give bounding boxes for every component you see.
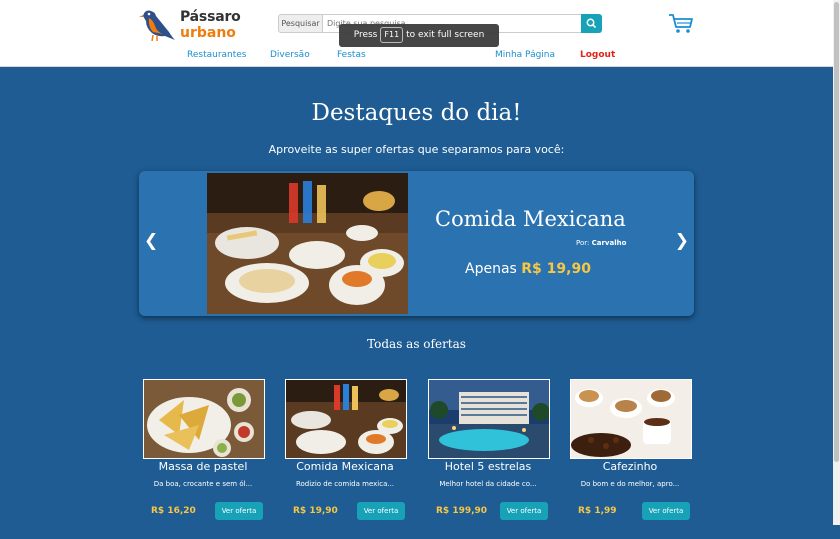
offer-image (285, 379, 407, 459)
offers-section-title: Todas as ofertas (367, 337, 466, 351)
page-subtitle: Aproveite as super ofertas que separamos… (268, 143, 565, 156)
nav-festas[interactable]: Festas (337, 50, 366, 60)
brand-logo[interactable]: Pássaro urbano (139, 6, 241, 42)
offer-name: Massa de pastel (158, 460, 248, 473)
carousel-author-label: Por: (576, 239, 590, 247)
offer-description: Do bom e do melhor, apro... (580, 480, 680, 488)
carousel-title: Comida Mexicana (435, 207, 626, 231)
offer-image (428, 379, 550, 459)
offer-price: R$ 19,90 (293, 506, 338, 516)
scrollbar-thumb[interactable] (834, 2, 839, 462)
shopping-cart-icon (669, 14, 693, 33)
carousel-prev-icon[interactable]: ❮ (144, 231, 158, 251)
search-addon-label: Pesquisar (278, 14, 323, 33)
search-icon (586, 18, 597, 29)
carousel-price-prefix: Apenas (465, 261, 517, 277)
fullscreen-toast: Press F11 to exit full screen (339, 24, 499, 47)
carousel-price: Apenas R$ 19,90 (465, 261, 591, 277)
view-offer-button[interactable]: Ver oferta (500, 502, 548, 520)
toast-key: F11 (380, 27, 404, 43)
offer-name: Cafezinho (602, 460, 658, 473)
offer-image (143, 379, 265, 459)
brand-name-line1: Pássaro (180, 9, 241, 25)
offer-card[interactable]: Hotel 5 estrelas Melhor hotel da cidade … (428, 379, 550, 539)
bird-logo-icon (139, 10, 175, 42)
nav-diversao[interactable]: Diversão (270, 50, 310, 60)
offer-image (570, 379, 692, 459)
featured-carousel: ❮ ❯ Comida Mexicana Por: Carvalho Apenas… (139, 171, 694, 316)
offer-description: Melhor hotel da cidade co... (439, 480, 537, 488)
offer-card[interactable]: Massa de pastel Da boa, crocante e sem ó… (143, 379, 265, 539)
toast-text-before: Press (353, 30, 378, 40)
brand-name-line2: urbano (180, 25, 236, 41)
nav-minha-pagina[interactable]: Minha Página (495, 50, 555, 60)
view-offer-button[interactable]: Ver oferta (215, 502, 263, 520)
carousel-author: Por: Carvalho (576, 239, 626, 247)
carousel-price-value: R$ 19,90 (521, 261, 591, 277)
cart-button[interactable] (668, 13, 694, 35)
offer-description: Da boa, crocante e sem ól... (153, 480, 253, 488)
offer-price: R$ 1,99 (578, 506, 617, 516)
carousel-next-icon[interactable]: ❯ (675, 231, 689, 251)
offer-card[interactable]: Cafezinho Do bom e do melhor, apro... R$… (570, 379, 692, 539)
offer-name: Comida Mexicana (296, 460, 394, 473)
offer-card[interactable]: Comida Mexicana Rodizio de comida mexica… (285, 379, 407, 539)
view-offer-button[interactable]: Ver oferta (357, 502, 405, 520)
offer-price: R$ 16,20 (151, 506, 196, 516)
offer-name: Hotel 5 estrelas (444, 460, 532, 473)
view-offer-button[interactable]: Ver oferta (642, 502, 690, 520)
page-title: Destaques do dia! (311, 100, 522, 126)
offer-price: R$ 199,90 (436, 506, 488, 516)
offer-description: Rodizio de comida mexica... (295, 480, 395, 488)
nav-logout[interactable]: Logout (580, 50, 615, 60)
carousel-image (207, 173, 408, 314)
carousel-author-name: Carvalho (591, 239, 627, 247)
toast-text-after: to exit full screen (406, 30, 485, 40)
search-button[interactable] (581, 14, 602, 33)
page-scrollbar[interactable] (833, 0, 840, 525)
nav-restaurantes[interactable]: Restaurantes (187, 50, 247, 60)
